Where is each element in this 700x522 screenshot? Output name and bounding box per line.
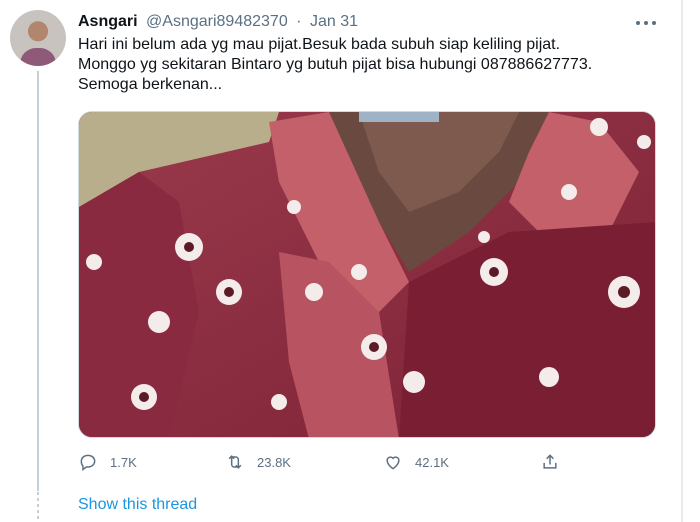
- retweet-count: 23.8K: [257, 454, 291, 470]
- avatar[interactable]: [10, 10, 66, 66]
- tweet-photo[interactable]: [78, 111, 656, 438]
- author-handle[interactable]: @Asngari89482370: [146, 13, 288, 30]
- avatar-shirt: [20, 48, 56, 66]
- retweet-button[interactable]: 23.8K: [225, 448, 291, 476]
- tweet-actions: 1.7K 23.8K 42.1K: [78, 448, 568, 476]
- reply-count: 1.7K: [110, 454, 137, 470]
- author-name[interactable]: Asngari: [78, 13, 138, 30]
- reply-button[interactable]: 1.7K: [78, 448, 137, 476]
- thread-continuation-dots: [37, 492, 39, 522]
- more-horizontal-icon[interactable]: [636, 20, 656, 26]
- like-button[interactable]: 42.1K: [383, 448, 449, 476]
- share-button[interactable]: [540, 448, 572, 476]
- reply-icon: [80, 454, 96, 471]
- heart-icon: [386, 456, 400, 470]
- thread-connector-line: [37, 71, 39, 491]
- retweet-icon: [228, 455, 242, 469]
- tweet-text: Hari ini belum ada yg mau pijat.Besuk ba…: [78, 36, 593, 93]
- column-border: [681, 0, 683, 522]
- like-count: 42.1K: [415, 454, 449, 470]
- show-thread-link[interactable]: Show this thread: [78, 495, 197, 515]
- tweet-header: Asngari @Asngari89482370 · Jan 31: [78, 12, 358, 32]
- tweet-date[interactable]: Jan 31: [310, 13, 358, 30]
- header-separator: ·: [296, 13, 302, 30]
- share-icon: [543, 454, 557, 469]
